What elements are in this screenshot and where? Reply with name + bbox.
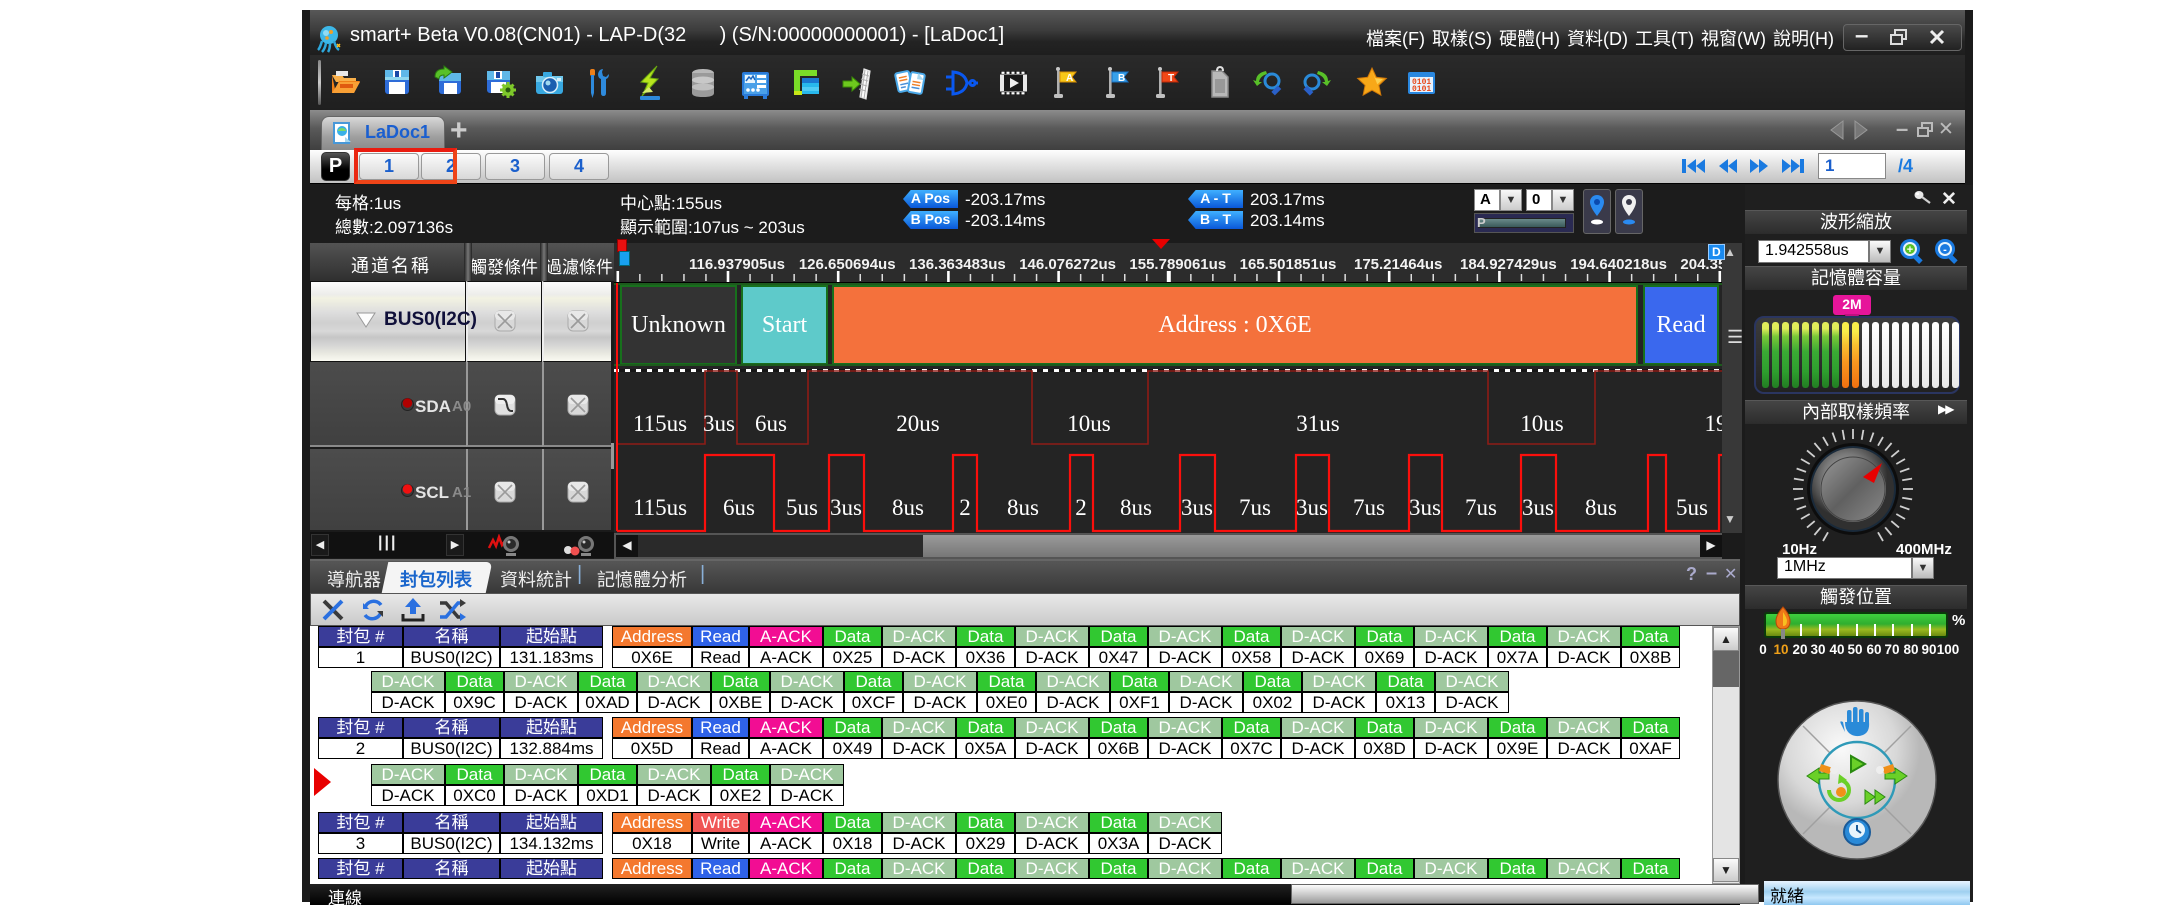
svg-text:0101: 0101 [1412, 85, 1431, 94]
svg-text:3us: 3us [703, 411, 735, 436]
svg-text:-: - [1943, 244, 1947, 256]
svg-text:10us: 10us [1067, 411, 1111, 436]
svg-text:8us: 8us [892, 495, 924, 520]
svg-text:8us: 8us [1120, 495, 1152, 520]
svg-text:3us: 3us [1181, 495, 1213, 520]
svg-text:B: B [1118, 73, 1125, 84]
svg-text:3us: 3us [1296, 495, 1328, 520]
svg-text:8us: 8us [1007, 495, 1039, 520]
svg-text:5us: 5us [786, 495, 818, 520]
svg-text:+: + [1907, 244, 1913, 256]
svg-text:7us: 7us [1239, 495, 1271, 520]
svg-text:7us: 7us [1353, 495, 1385, 520]
svg-text:31us: 31us [1296, 411, 1340, 436]
svg-text:3us: 3us [830, 495, 862, 520]
svg-text:19: 19 [1705, 411, 1723, 436]
svg-text:6us: 6us [723, 495, 755, 520]
svg-text:2: 2 [959, 495, 971, 520]
svg-text:2: 2 [1075, 495, 1087, 520]
svg-text:20us: 20us [896, 411, 940, 436]
svg-text:10us: 10us [1520, 411, 1564, 436]
svg-text:8us: 8us [1585, 495, 1617, 520]
svg-text:3us: 3us [1522, 495, 1554, 520]
svg-text:115us: 115us [633, 411, 687, 436]
svg-text:5us: 5us [1676, 495, 1708, 520]
svg-text:6us: 6us [755, 411, 787, 436]
svg-text:7us: 7us [1465, 495, 1497, 520]
svg-text:A: A [1066, 73, 1073, 84]
svg-text:3us: 3us [1409, 495, 1441, 520]
svg-text:T: T [1168, 73, 1174, 84]
svg-text:115us: 115us [633, 495, 687, 520]
